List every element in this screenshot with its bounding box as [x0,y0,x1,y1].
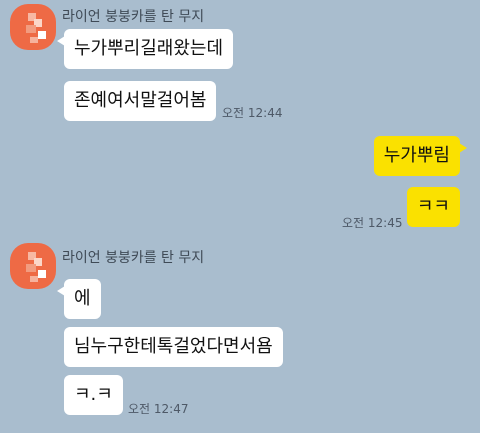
bubble-tail [57,36,65,46]
profile-avatar[interactable] [10,4,56,50]
avatar-pixel [38,270,46,278]
profile-avatar[interactable] [10,243,56,289]
message-text: ㅋㅋ [416,196,450,217]
message-text: 누가뿌리길래왔는데 [74,38,224,59]
bubble-tail [459,143,467,153]
message-text: 누가뿌림 [383,145,450,166]
message-bubble[interactable]: ㅋㅋ [406,187,460,227]
bubble-tail [57,286,65,296]
message-bubble[interactable]: 에 [57,279,101,319]
message-timestamp: 오전 12:47 [128,402,189,416]
avatar-pixel [30,37,38,43]
avatar-pixel [26,25,36,33]
message-bubble[interactable]: 누가뿌리길래왔는데 [57,29,234,69]
message-bubble[interactable]: 님누구한테톡걸었다면서욤 [64,327,283,367]
message-text: 존예여서말걸어봄 [74,90,207,111]
message-text: ㅋ.ㅋ [74,384,113,405]
message-text: 에 [74,288,91,309]
message-timestamp: 오전 12:44 [222,106,283,120]
message-text: 님누구한테톡걸었다면서욤 [74,336,273,357]
message-bubble[interactable]: 누가뿌림 [373,136,467,176]
message-bubble[interactable]: ㅋ.ㅋ [64,375,123,415]
avatar-pixel [30,276,38,282]
message-bubble[interactable]: 존예여서말걸어봄 [64,81,217,121]
avatar-pixel [38,31,46,39]
avatar-pixel [26,264,36,272]
message-timestamp: 오전 12:45 [342,216,403,230]
sender-name: 라이언 붕붕카를 탄 무지 [62,250,205,266]
sender-name: 라이언 붕붕카를 탄 무지 [62,9,205,25]
